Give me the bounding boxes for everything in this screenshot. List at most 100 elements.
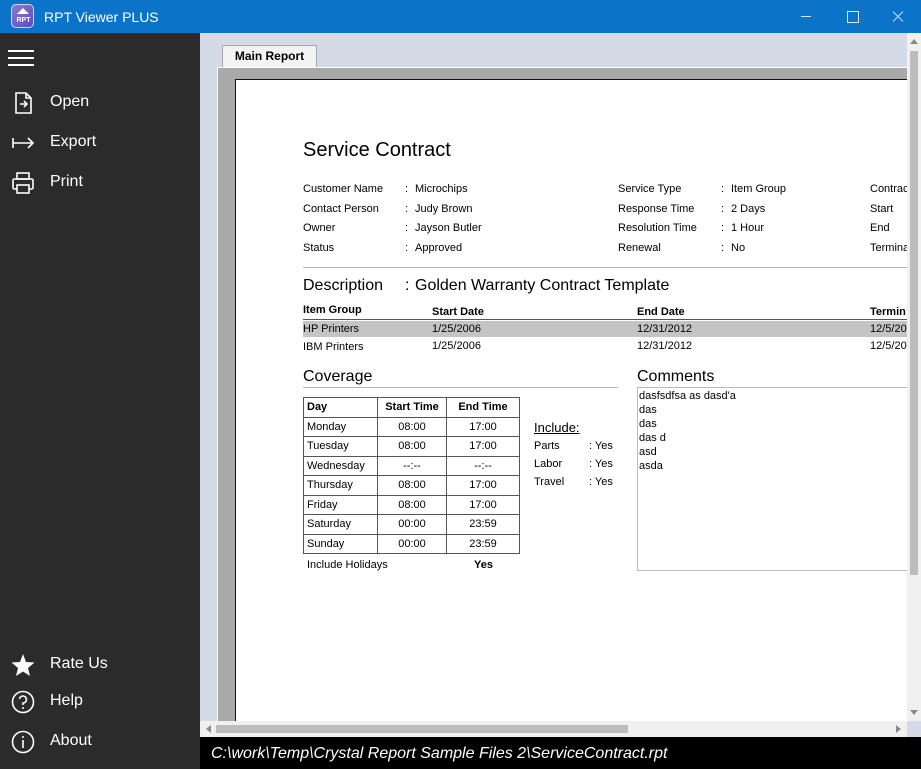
table-cell: Monday: [303, 416, 378, 437]
comment-line: dasfsdfsa as dasd'a: [639, 390, 736, 402]
divider: [303, 319, 908, 320]
table-cell: 23:59: [446, 533, 520, 554]
field-colon: :: [405, 203, 409, 215]
table-cell: 08:00: [377, 475, 447, 496]
description-colon: :: [405, 277, 410, 294]
scroll-up-icon[interactable]: [910, 39, 918, 44]
field-label: Status: [303, 242, 335, 254]
scroll-left-icon[interactable]: [206, 725, 211, 733]
horizontal-scrollbar[interactable]: [200, 721, 907, 737]
window-title: RPT Viewer PLUS: [44, 9, 159, 25]
field-label: End: [870, 222, 890, 234]
table-cell: Friday: [303, 494, 378, 515]
field-colon: :: [405, 222, 409, 234]
comment-line: asda: [639, 460, 663, 472]
field-value: Judy Brown: [415, 203, 473, 215]
field-value: Jayson Butler: [415, 222, 482, 234]
table-cell: IBM Printers: [303, 341, 364, 353]
table-cell: 1/25/2006: [432, 340, 481, 352]
coverage-title: Coverage: [303, 368, 373, 385]
table-row: Saturday 00:00 23:59: [303, 514, 520, 535]
maximize-button[interactable]: [829, 0, 875, 33]
table-cell: Tuesday: [303, 436, 378, 457]
scrollbar-thumb[interactable]: [910, 51, 918, 575]
table-cell: Thursday: [303, 475, 378, 496]
close-button[interactable]: [875, 0, 921, 33]
table-cell: 08:00: [377, 436, 447, 457]
include-value: : Yes: [589, 458, 613, 470]
include-value: : Yes: [589, 440, 613, 452]
field-label: Start: [870, 203, 894, 215]
sidebar-item-rate-us[interactable]: Rate Us: [0, 646, 200, 682]
sidebar-item-help[interactable]: Help: [0, 683, 200, 719]
table-cell: 1/25/2006: [432, 323, 481, 335]
comment-line: das: [639, 404, 657, 416]
table-row-selected[interactable]: [303, 321, 908, 337]
sidebar-item-open[interactable]: Open: [0, 84, 200, 120]
table-cell: 00:00: [377, 514, 447, 535]
include-value: : Yes: [589, 476, 613, 488]
sidebar-item-label: About: [50, 732, 92, 749]
comments-box: [637, 387, 908, 571]
sidebar-item-label: Rate Us: [50, 655, 108, 672]
items-header-termination: Termin: [870, 306, 906, 318]
table-cell: Sunday: [303, 533, 378, 554]
scrollbar-thumb[interactable]: [216, 725, 628, 733]
export-arrow-icon: [12, 137, 35, 149]
field-value: 1 Hour: [731, 222, 765, 234]
divider: [303, 267, 908, 268]
comment-line: das d: [639, 432, 666, 444]
table-cell: 08:00: [377, 494, 447, 515]
title-bar: RPT RPT Viewer PLUS: [0, 0, 921, 33]
minimize-button[interactable]: [783, 0, 829, 33]
report-page: Service Contract Customer Name : Microch…: [236, 80, 908, 722]
table-cell: 12/5/20: [870, 323, 907, 335]
hamburger-menu-icon[interactable]: [8, 48, 34, 68]
include-title: Include:: [534, 420, 580, 435]
sidebar-item-print[interactable]: Print: [0, 164, 200, 200]
report-viewer[interactable]: Service Contract Customer Name : Microch…: [217, 67, 908, 722]
field-colon: :: [405, 242, 409, 254]
divider: [303, 387, 618, 388]
field-value: No: [731, 242, 746, 254]
field-colon: :: [405, 183, 409, 195]
items-header-start-date: Start Date: [432, 306, 484, 318]
field-colon: :: [721, 203, 725, 215]
table-cell: Saturday: [303, 514, 378, 535]
tab-main-report[interactable]: Main Report: [222, 45, 317, 67]
table-cell: 17:00: [446, 475, 520, 496]
include-label: Parts: [534, 440, 560, 452]
coverage-table: Day Start Time End Time Monday 08:00 17:…: [303, 397, 520, 554]
include-label: Labor: [534, 458, 563, 470]
comment-line: das: [639, 418, 657, 430]
table-cell: HP Printers: [303, 323, 360, 335]
scroll-down-icon[interactable]: [910, 710, 918, 715]
table-row: Sunday 00:00 23:59: [303, 533, 520, 554]
field-colon: :: [721, 183, 725, 195]
field-value: Microchips: [415, 183, 468, 195]
table-cell: 12/31/2012: [637, 340, 693, 352]
vertical-scrollbar[interactable]: [907, 33, 921, 721]
sidebar-item-label: Print: [50, 173, 83, 190]
sidebar-item-about[interactable]: About: [0, 723, 200, 759]
table-header: Start Time: [377, 397, 447, 418]
comments-title: Comments: [637, 368, 715, 385]
field-label: Response Time: [618, 203, 695, 215]
table-header-row: Day Start Time End Time: [303, 397, 520, 418]
field-value: Approved: [415, 242, 463, 254]
status-bar-file-path: C:\work\Temp\Crystal Report Sample Files…: [200, 737, 921, 769]
sidebar: Open Export Print Rate Us Help About: [0, 33, 200, 769]
sidebar-item-export[interactable]: Export: [0, 124, 200, 160]
items-header-end-date: End Date: [637, 306, 685, 318]
printer-icon: [12, 172, 34, 194]
field-label: Contrac: [870, 183, 908, 195]
include-label: Travel: [534, 476, 565, 488]
open-file-icon: [15, 92, 32, 114]
table-cell: 17:00: [446, 436, 520, 457]
sidebar-item-label: Help: [50, 692, 83, 709]
table-cell: --:--: [377, 455, 447, 476]
table-cell: 23:59: [446, 514, 520, 535]
items-header-item-group: Item Group: [303, 304, 362, 316]
table-header: Day: [303, 397, 378, 418]
scroll-right-icon[interactable]: [896, 725, 901, 733]
